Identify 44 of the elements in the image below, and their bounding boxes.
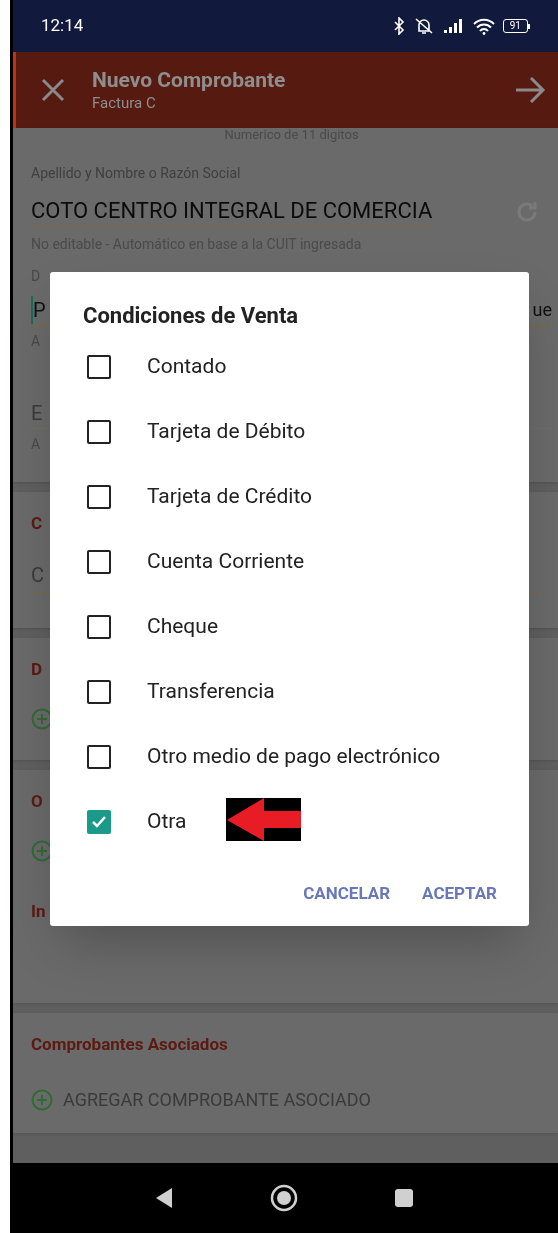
- option-label[interactable]: Tarjeta de Crédito: [147, 480, 313, 513]
- add-circle-icon: [31, 840, 53, 862]
- section-title: D: [31, 658, 44, 680]
- option-label[interactable]: Transferencia: [147, 675, 275, 708]
- checkbox[interactable]: [87, 484, 111, 509]
- field-value: ue: [532, 298, 552, 322]
- home-icon[interactable]: [270, 1184, 298, 1212]
- signal-icon: [442, 18, 465, 34]
- dialog-title: Condiciones de Venta: [83, 302, 300, 330]
- accept-button[interactable]: ACEPTAR: [422, 882, 497, 904]
- cancel-button[interactable]: CANCELAR: [303, 882, 391, 904]
- checkbox[interactable]: [87, 614, 111, 639]
- add-circle-icon: [31, 1089, 53, 1111]
- check-icon: [91, 814, 107, 829]
- field-value: P: [33, 297, 46, 324]
- section-title: Comprobantes Asociados: [31, 1033, 229, 1055]
- clock-text: 12:14: [41, 14, 84, 38]
- checkbox[interactable]: [87, 679, 111, 704]
- option-label[interactable]: Cheque: [147, 610, 219, 643]
- name-field: COTO CENTRO INTEGRAL DE COMERCIA: [31, 196, 433, 227]
- option-label[interactable]: Contado: [147, 350, 227, 383]
- option-label[interactable]: Otra: [147, 805, 187, 838]
- section-title: In: [31, 900, 47, 922]
- checkbox[interactable]: [87, 744, 111, 769]
- add-circle-icon: [31, 708, 53, 730]
- checkbox[interactable]: [87, 354, 111, 379]
- checkbox[interactable]: [87, 549, 111, 574]
- checkbox[interactable]: [87, 419, 111, 444]
- battery-indicator: 91: [502, 19, 528, 33]
- close-icon[interactable]: [40, 77, 66, 103]
- section-title: C: [31, 512, 44, 534]
- wifi-icon: [472, 17, 495, 35]
- header-subtitle: Factura C: [92, 93, 157, 113]
- checkbox[interactable]: [87, 809, 111, 834]
- forward-arrow-icon[interactable]: [514, 76, 546, 104]
- option-label[interactable]: Tarjeta de Débito: [147, 415, 306, 448]
- option-label[interactable]: Otro medio de pago electrónico: [147, 740, 441, 773]
- text-cursor: [31, 296, 33, 324]
- recents-icon[interactable]: [394, 1188, 414, 1208]
- section-title: O: [31, 790, 44, 812]
- bluetooth-icon: [392, 17, 405, 35]
- header-title: Nuevo Comprobante: [92, 67, 286, 93]
- option-label[interactable]: Cuenta Corriente: [147, 545, 305, 578]
- back-icon[interactable]: [154, 1186, 174, 1210]
